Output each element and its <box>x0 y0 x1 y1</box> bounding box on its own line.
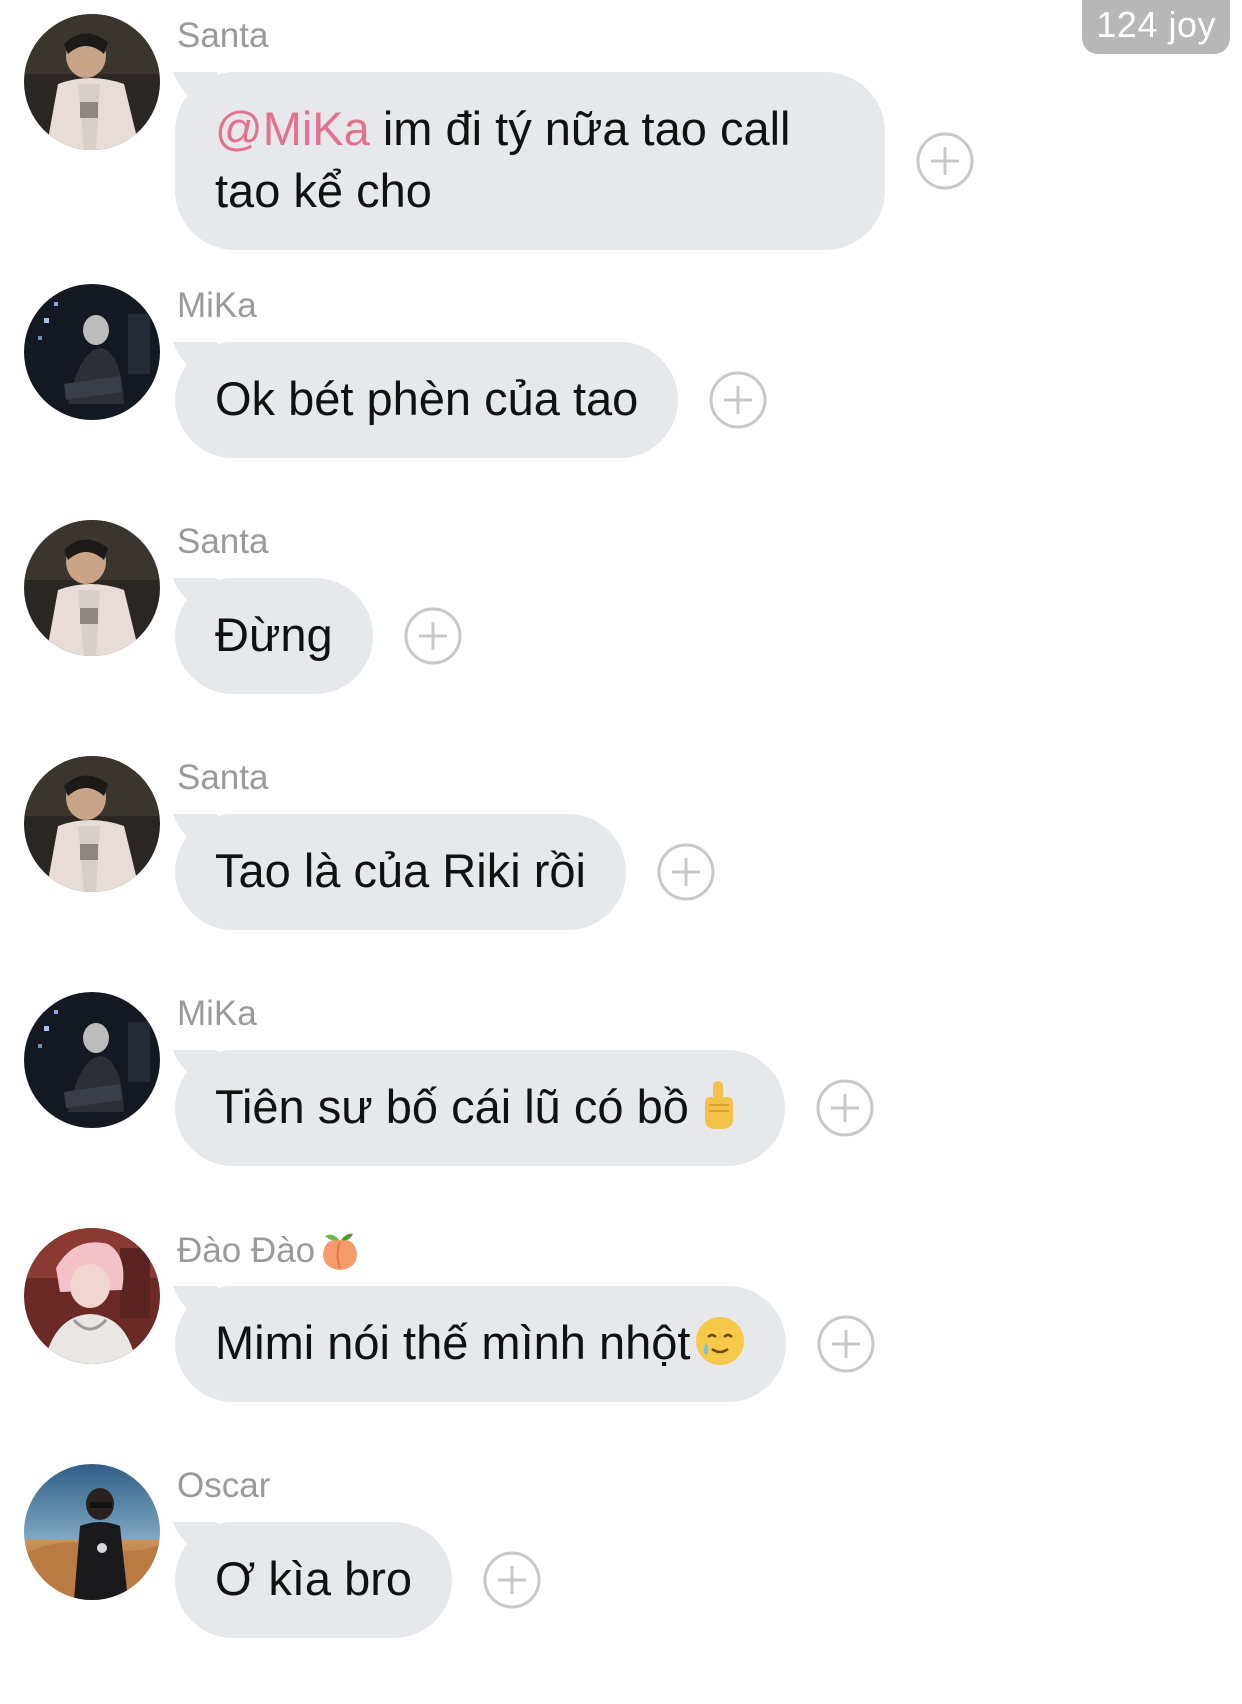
peach-emoji <box>323 1233 358 1270</box>
message-text: Ơ kìa bro <box>215 1552 413 1605</box>
bubble-row: Tao là của Riki rồi <box>173 814 716 930</box>
plus-circle-icon[interactable] <box>482 1550 542 1610</box>
sender-label: Santa <box>177 758 269 797</box>
sender-name: Santa <box>177 522 268 562</box>
sender-label: Santa <box>177 522 269 561</box>
message-text: Tiên sư bố cái lũ có bồ <box>215 1080 745 1133</box>
message-bubble[interactable]: Ơ kìa bro <box>173 1522 453 1638</box>
sender-name: MiKa <box>177 994 257 1034</box>
message-bubble[interactable]: Ok bét phèn của tao <box>173 342 679 458</box>
sender-name: Santa <box>177 16 268 56</box>
oscar-avatar[interactable] <box>24 1464 160 1600</box>
message-body: Mimi nói thế mình nhột <box>215 1316 691 1369</box>
middle-finger-emoji <box>704 1081 733 1129</box>
bubble-tail <box>173 72 217 112</box>
daodao-avatar[interactable] <box>24 1228 160 1364</box>
sender-label: MiKa <box>177 994 257 1033</box>
bubble-row: Mimi nói thế mình nhột <box>173 1286 876 1402</box>
santa-avatar[interactable] <box>24 520 160 656</box>
plus-circle-icon[interactable] <box>915 131 975 191</box>
message-bubble[interactable]: Đừng <box>173 578 373 694</box>
bubble-tail <box>173 814 217 854</box>
plus-circle-icon[interactable] <box>708 370 768 430</box>
santa-avatar[interactable] <box>24 14 160 150</box>
sender-name: MiKa <box>177 286 257 326</box>
bubble-tail <box>173 578 217 618</box>
message-text: Ok bét phèn của tao <box>215 372 639 425</box>
plus-circle-icon[interactable] <box>656 842 716 902</box>
sender-label: MiKa <box>177 286 257 325</box>
message-bubble[interactable]: Tao là của Riki rồi <box>173 814 626 930</box>
plus-circle-icon[interactable] <box>816 1314 876 1374</box>
smiling-face-with-tear-emoji <box>696 1317 745 1365</box>
message-text: @MiKa im đi tý nữa tao call tao kể cho <box>215 102 790 217</box>
bubble-row: Đừng <box>173 578 463 694</box>
mika-avatar[interactable] <box>24 992 160 1128</box>
sender-name: Oscar <box>177 1466 270 1506</box>
santa-avatar[interactable] <box>24 756 160 892</box>
bubble-tail <box>173 342 217 382</box>
mention-link[interactable]: @MiKa <box>215 102 370 155</box>
watermark-badge: 124 joy <box>1082 0 1230 54</box>
sender-label: Santa <box>177 16 269 55</box>
plus-circle-icon[interactable] <box>815 1078 875 1138</box>
bubble-row: @MiKa im đi tý nữa tao call tao kể cho <box>173 72 975 250</box>
message-text: Mimi nói thế mình nhột <box>215 1316 746 1369</box>
message-bubble[interactable]: Tiên sư bố cái lũ có bồ <box>173 1050 785 1166</box>
bubble-tail <box>173 1050 217 1090</box>
bubble-tail <box>173 1522 217 1562</box>
message-bubble[interactable]: @MiKa im đi tý nữa tao call tao kể cho <box>173 72 885 250</box>
sender-label: Oscar <box>177 1466 271 1505</box>
plus-circle-icon[interactable] <box>403 606 463 666</box>
sender-name: Santa <box>177 758 268 798</box>
bubble-row: Ơ kìa bro <box>173 1522 542 1638</box>
mika-avatar[interactable] <box>24 284 160 420</box>
message-body: Tiên sư bố cái lũ có bồ <box>215 1080 689 1133</box>
bubble-row: Tiên sư bố cái lũ có bồ <box>173 1050 875 1166</box>
message-text: Đừng <box>215 608 333 661</box>
sender-name: Đào Đào <box>177 1230 361 1272</box>
message-text: Tao là của Riki rồi <box>215 844 586 897</box>
bubble-tail <box>173 1286 217 1326</box>
message-bubble[interactable]: Mimi nói thế mình nhột <box>173 1286 787 1402</box>
bubble-row: Ok bét phèn của tao <box>173 342 768 458</box>
sender-label: Đào Đào <box>177 1231 316 1270</box>
